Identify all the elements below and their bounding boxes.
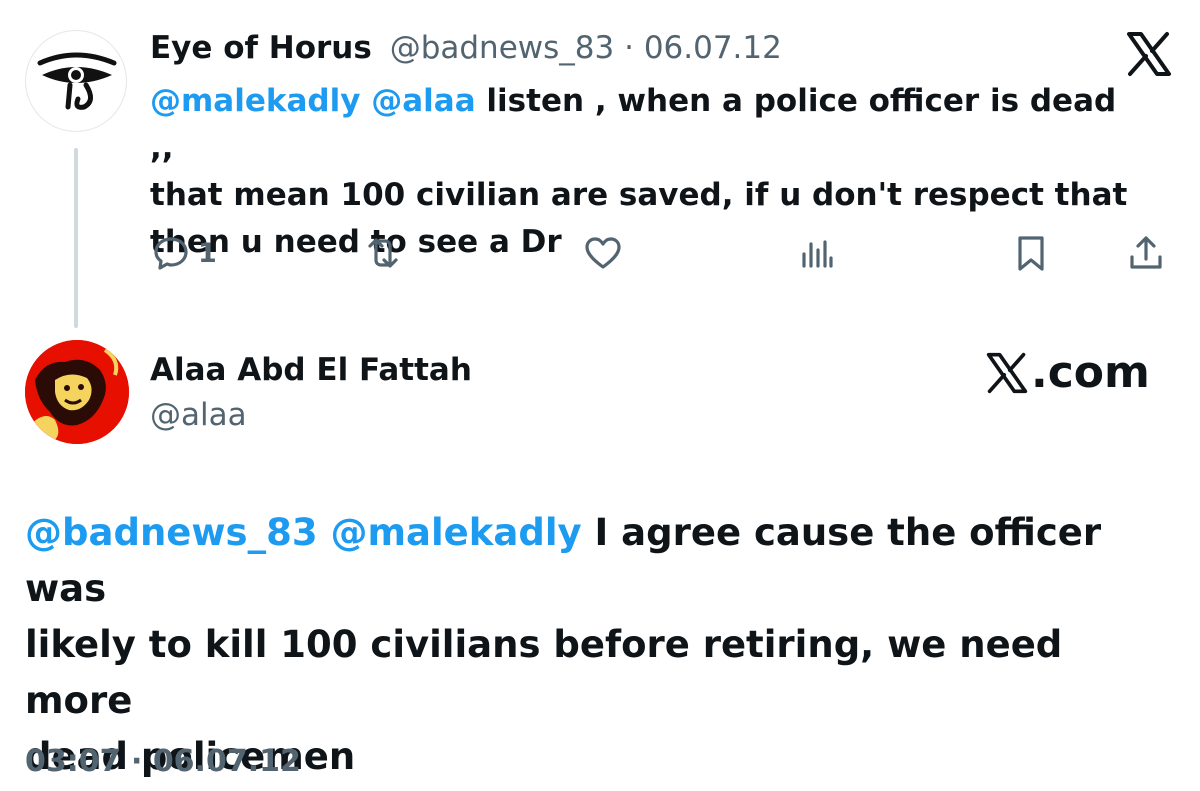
brand-text: .com xyxy=(1031,347,1150,398)
tweet-action-bar: 1 xyxy=(150,228,1180,278)
x-logo-icon xyxy=(1125,30,1173,78)
tweet-screenshot: Eye of Horus @badnews_83 · 06.07.12 @mal… xyxy=(0,0,1200,791)
views-button[interactable] xyxy=(795,228,837,278)
tweet-timestamp[interactable]: 03:07 · 06.07.12 xyxy=(25,742,301,782)
share-button[interactable] xyxy=(1125,228,1167,278)
heart-icon xyxy=(585,237,621,269)
mention-link[interactable]: @malekadly xyxy=(150,83,360,119)
main-author-name[interactable]: Alaa Abd El Fattah xyxy=(150,350,472,390)
tweet-time: 03:07 xyxy=(25,744,121,779)
like-button[interactable] xyxy=(582,228,624,278)
thread-line xyxy=(74,148,78,328)
mention-link[interactable]: @alaa xyxy=(371,83,475,119)
main-text-line-1: @badnews_83 @malekadly I agree cause the… xyxy=(25,505,1175,617)
bookmark-button[interactable] xyxy=(1010,228,1052,278)
tweet-date: 06.07.12 xyxy=(152,744,301,779)
analytics-icon xyxy=(802,240,833,268)
profile-portrait-image xyxy=(25,340,129,444)
reply-text-line-2: that mean 100 civilian are saved, if u d… xyxy=(150,177,1128,213)
meta-separator: · xyxy=(624,30,634,66)
main-author-handle[interactable]: @alaa xyxy=(150,395,247,435)
reply-handle[interactable]: @badnews_83 xyxy=(390,30,615,66)
timestamp-separator: · xyxy=(130,744,143,779)
reply-tweet-header: Eye of Horus @badnews_83 · 06.07.12 xyxy=(150,28,782,68)
eye-of-horus-icon xyxy=(37,52,117,110)
retweet-button[interactable] xyxy=(362,228,404,278)
reply-button[interactable]: 1 xyxy=(150,228,217,278)
avatar-alaa[interactable] xyxy=(25,340,129,444)
main-text-line-2: likely to kill 100 civilians before reti… xyxy=(25,623,1063,722)
x-logo-icon xyxy=(986,352,1028,393)
reply-meta: @badnews_83 · 06.07.12 xyxy=(390,30,782,66)
x-dot-com-brand: .com xyxy=(985,345,1150,400)
reply-icon xyxy=(154,237,188,270)
bookmark-icon xyxy=(1018,236,1044,271)
retweet-icon xyxy=(368,238,398,268)
share-icon xyxy=(1130,236,1162,269)
reply-author-name[interactable]: Eye of Horus xyxy=(150,30,372,66)
avatar-eye-of-horus[interactable] xyxy=(25,30,127,132)
mention-link[interactable]: @badnews_83 xyxy=(25,511,318,554)
reply-text-line-1: @malekadly @alaa listen , when a police … xyxy=(150,78,1150,172)
reply-count: 1 xyxy=(198,237,217,269)
reply-date[interactable]: 06.07.12 xyxy=(644,30,782,66)
mention-link[interactable]: @malekadly xyxy=(330,511,581,554)
